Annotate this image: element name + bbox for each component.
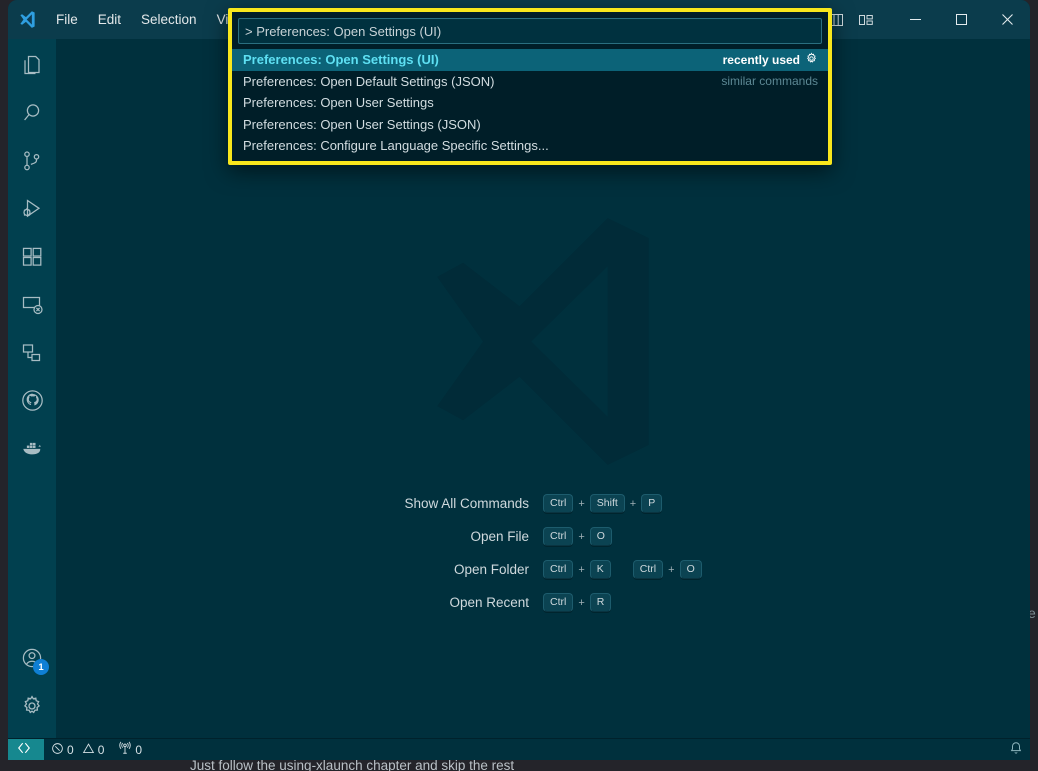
command-palette-item[interactable]: Preferences: Open Default Settings (JSON… — [232, 71, 828, 93]
command-palette-input-wrap — [232, 12, 828, 49]
sidebar-item-github[interactable] — [8, 379, 56, 427]
key: Ctrl — [543, 560, 573, 579]
sidebar-item-explorer[interactable] — [8, 43, 56, 91]
key: Ctrl — [543, 593, 573, 612]
error-count: 0 — [67, 743, 74, 757]
ports-status[interactable]: 0 — [111, 739, 149, 761]
key-plus: + — [578, 498, 584, 510]
source-control-icon — [20, 149, 44, 178]
key: Ctrl — [543, 494, 573, 513]
sidebar-item-source-control[interactable] — [8, 139, 56, 187]
sidebar-item-run-and-debug[interactable] — [8, 187, 56, 235]
command-label: Preferences: Open User Settings (JSON) — [243, 117, 818, 132]
shortcut-keys: Ctrl + O — [543, 527, 612, 546]
status-bar: 0 0 0 — [8, 738, 1030, 760]
window-controls — [892, 0, 1030, 39]
command-palette-item[interactable]: Preferences: Open User Settings (JSON) — [232, 114, 828, 136]
command-label: Preferences: Open Default Settings (JSON… — [243, 74, 721, 89]
key: O — [590, 527, 612, 546]
shortcut-row: Open Recent Ctrl + R — [353, 593, 733, 612]
command-label: Preferences: Open Settings (UI) — [243, 52, 723, 67]
problems-status[interactable]: 0 0 — [44, 739, 111, 761]
run-and-debug-icon — [20, 197, 44, 226]
key-plus: + — [578, 531, 584, 543]
close-button[interactable] — [984, 0, 1030, 39]
vscode-watermark-logo — [391, 201, 695, 488]
key: K — [590, 560, 611, 579]
remote-window-icon — [17, 741, 31, 758]
sidebar-item-testing[interactable] — [8, 331, 56, 379]
testing-icon — [20, 341, 44, 370]
key-plus: + — [630, 498, 636, 510]
command-meta-label: similar commands — [721, 74, 818, 88]
sidebar-item-manage[interactable] — [8, 684, 56, 732]
notifications-status[interactable] — [1002, 739, 1030, 761]
shortcut-label: Show All Commands — [353, 495, 543, 512]
warning-icon — [82, 742, 95, 758]
shortcut-row: Open File Ctrl + O — [353, 527, 733, 546]
maximize-button[interactable] — [938, 0, 984, 39]
command-palette-input[interactable] — [238, 18, 822, 44]
shortcut-keys: Ctrl + Shift + P — [543, 494, 662, 513]
key: Ctrl — [633, 560, 663, 579]
command-palette: Preferences: Open Settings (UI) recently… — [228, 8, 832, 165]
key: Ctrl — [543, 527, 573, 546]
key-plus: + — [578, 564, 584, 576]
command-palette-list: Preferences: Open Settings (UI) recently… — [232, 49, 828, 161]
sidebar-item-accounts[interactable]: 1 — [8, 636, 56, 684]
shortcut-label: Open Recent — [353, 594, 543, 611]
shortcut-label: Open File — [353, 528, 543, 545]
vscode-window: File Edit Selection View — [8, 0, 1030, 760]
shortcut-row: Open Folder Ctrl + K Ctrl + O — [353, 560, 733, 579]
key-plus: + — [668, 564, 674, 576]
shortcut-label: Open Folder — [353, 561, 543, 578]
command-meta-label: recently used — [723, 53, 800, 67]
activity-bar: 1 — [8, 39, 56, 738]
docker-icon — [20, 436, 45, 466]
command-meta: similar commands — [721, 74, 818, 88]
sidebar-item-search[interactable] — [8, 91, 56, 139]
sidebar-item-docker[interactable] — [8, 427, 56, 475]
command-palette-item[interactable]: Preferences: Configure Language Specific… — [232, 135, 828, 157]
key: Shift — [590, 494, 625, 513]
command-palette-item[interactable]: Preferences: Open Settings (UI) recently… — [232, 49, 828, 71]
minimize-button[interactable] — [892, 0, 938, 39]
bell-icon — [1009, 741, 1023, 758]
menu-edit[interactable]: Edit — [89, 7, 130, 33]
command-palette-item[interactable]: Preferences: Open User Settings — [232, 92, 828, 114]
files-icon — [20, 53, 44, 82]
remote-indicator[interactable] — [8, 739, 44, 761]
shortcut-row: Show All Commands Ctrl + Shift + P — [353, 494, 733, 513]
search-icon — [20, 101, 44, 130]
menu-bar: File Edit Selection View — [46, 0, 256, 39]
sidebar-item-remote-explorer[interactable] — [8, 283, 56, 331]
error-icon — [51, 742, 64, 758]
watermark-shortcuts: Show All Commands Ctrl + Shift + P Open … — [56, 494, 1030, 612]
command-label: Preferences: Configure Language Specific… — [243, 138, 818, 153]
warning-count: 0 — [98, 743, 105, 757]
shortcut-keys: Ctrl + K Ctrl + O — [543, 560, 702, 579]
github-icon — [20, 388, 45, 418]
sidebar-item-extensions[interactable] — [8, 235, 56, 283]
menu-file[interactable]: File — [47, 7, 87, 33]
vscode-logo-icon — [8, 0, 46, 39]
key: P — [641, 494, 662, 513]
customize-layout-icon[interactable] — [852, 6, 880, 34]
shortcut-keys: Ctrl + R — [543, 593, 611, 612]
gear-icon — [20, 694, 44, 723]
key-plus: + — [578, 597, 584, 609]
menu-selection[interactable]: Selection — [132, 7, 206, 33]
key: R — [590, 593, 612, 612]
remote-explorer-icon — [20, 293, 44, 322]
extensions-icon — [20, 245, 44, 274]
command-meta: recently used — [723, 52, 818, 68]
ports-count: 0 — [135, 743, 142, 757]
radio-tower-icon — [118, 741, 132, 758]
screen: Just follow the using-xlaunch chapter an… — [0, 0, 1038, 771]
key: O — [680, 560, 702, 579]
gear-icon[interactable] — [805, 52, 818, 68]
command-label: Preferences: Open User Settings — [243, 95, 818, 110]
accounts-badge: 1 — [33, 659, 49, 675]
